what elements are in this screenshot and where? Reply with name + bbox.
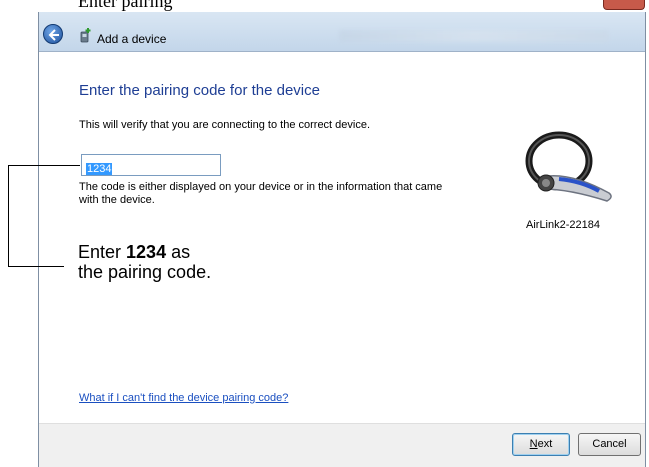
next-button[interactable]: Next — [512, 433, 570, 456]
callout-line-2: the pairing code. — [78, 262, 212, 282]
next-accelerator: N — [529, 438, 538, 450]
add-device-window: Add a device Enter the pairing code for … — [38, 12, 646, 467]
help-link[interactable]: What if I can't find the device pairing … — [79, 392, 288, 404]
callout-line-1: Enter 1234 as — [78, 242, 211, 262]
pairing-code-input[interactable]: 1234 — [81, 154, 221, 176]
description-text: This will verify that you are connecting… — [79, 119, 371, 131]
device-name-label: AirLink2-22184 — [526, 219, 600, 231]
callout-bracket-vertical — [8, 165, 9, 267]
callout-bracket-top — [8, 165, 80, 166]
back-button[interactable] — [43, 24, 63, 44]
title-bar: Add a device — [39, 12, 645, 52]
callout-bracket-bottom — [8, 266, 64, 267]
cancel-button[interactable]: Cancel — [578, 433, 641, 456]
callout-suffix: as — [166, 242, 191, 262]
add-device-icon — [80, 28, 91, 43]
pairing-code-value: 1234 — [86, 163, 113, 175]
callout-code: 1234 — [126, 242, 167, 262]
top-caption: Enter pairing — [78, 0, 173, 11]
callout-text: Enter 1234 as the pairing code. — [78, 242, 211, 282]
headset-icon — [525, 131, 612, 202]
main-content: Enter the pairing code for the device Th… — [39, 53, 645, 423]
hint-text: The code is either displayed on your dev… — [79, 181, 443, 206]
window-close-button-edge[interactable] — [603, 0, 645, 10]
window-title: Add a device — [97, 32, 167, 46]
back-arrow-icon — [48, 29, 59, 41]
blurred-address-area — [339, 30, 609, 42]
footer-bar: Next Cancel — [39, 423, 645, 467]
page-heading: Enter the pairing code for the device — [79, 82, 320, 99]
callout-prefix: Enter — [78, 242, 127, 262]
next-label: ext — [537, 438, 553, 450]
